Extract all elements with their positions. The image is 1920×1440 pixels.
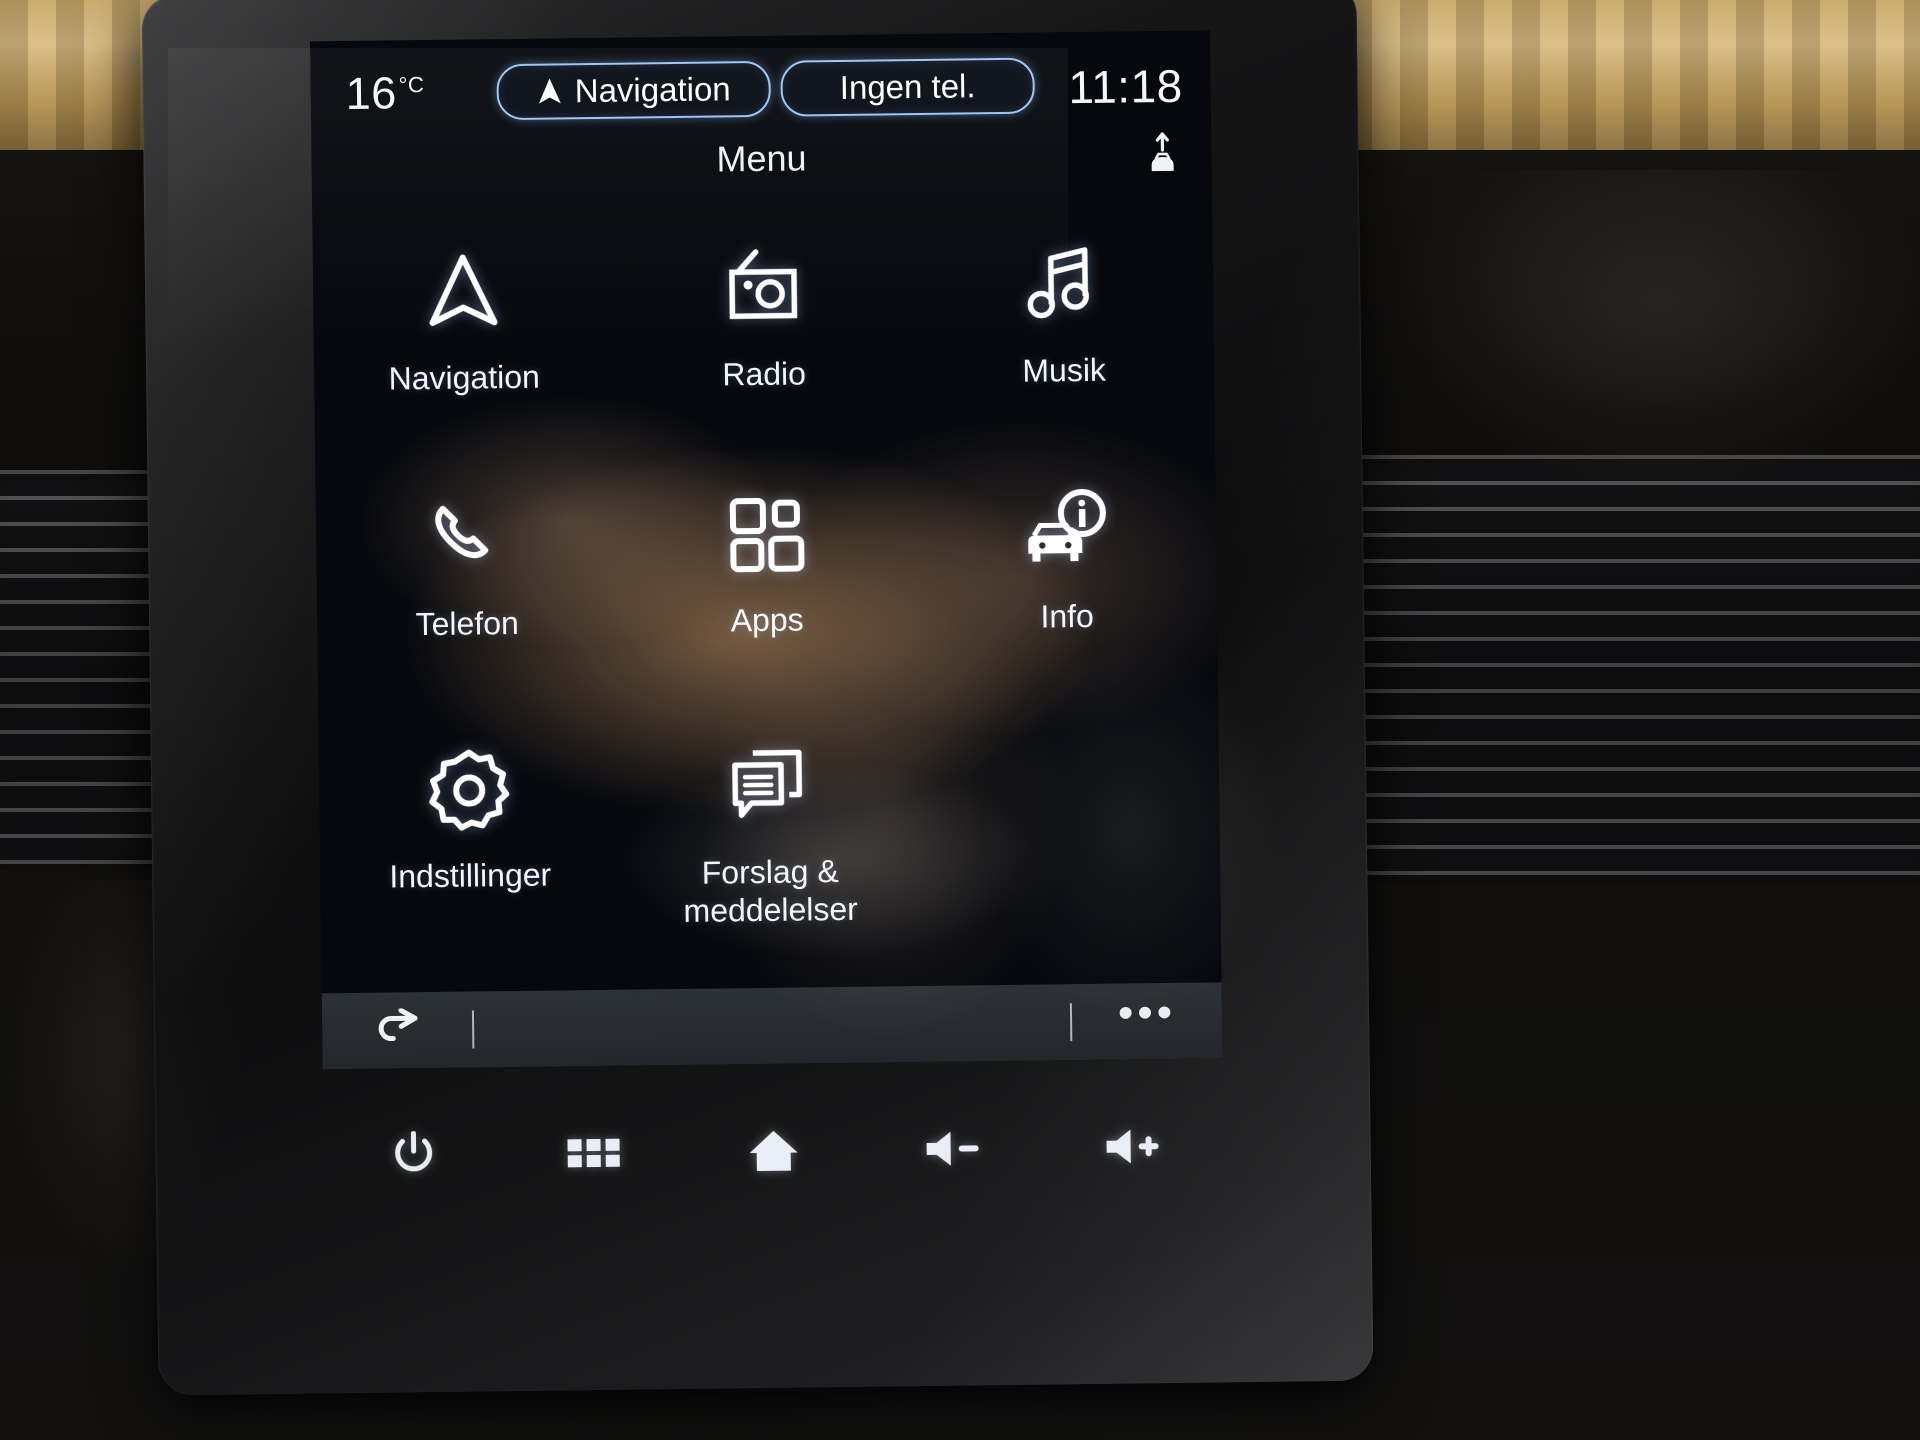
more-dots-icon[interactable]: ••• (1072, 988, 1222, 1038)
navigation-arrow-icon (537, 76, 563, 106)
menu-item-telefon[interactable]: Telefon (316, 490, 618, 694)
back-button[interactable] (322, 1007, 473, 1054)
power-button[interactable] (343, 1111, 484, 1203)
car-info-icon (1020, 484, 1113, 577)
menu-grid: Navigation Radio Musik Telefon Apps Info… (312, 202, 1221, 945)
menu-item-label: Musik (1022, 351, 1107, 389)
chat-bubbles-icon (725, 739, 814, 832)
air-vent-left (0, 470, 170, 870)
menu-item-label: Forslag & meddelelser (683, 853, 859, 929)
power-icon (390, 1130, 437, 1184)
photo-scene: 16°C Navigation Ingen tel. 11:18 Menu Na… (0, 0, 1920, 1440)
menu-row-3: Indstillinger Forslag & meddelelser (319, 734, 1221, 945)
menu-item-label: Radio (722, 355, 807, 393)
apps-grid-button[interactable] (523, 1109, 664, 1201)
status-pill-navigation[interactable]: Navigation (496, 60, 772, 121)
menu-item-navigation[interactable]: Navigation (313, 244, 615, 448)
outside-temperature: 16°C (345, 67, 424, 120)
grid-icon (565, 1132, 622, 1178)
status-bar: 16°C Navigation Ingen tel. 11:18 (310, 30, 1211, 141)
home-button[interactable] (703, 1107, 844, 1199)
phone-handset-icon (423, 491, 510, 584)
menu-item-indstillinger[interactable]: Indstillinger (319, 742, 621, 946)
menu-item-label: Apps (730, 601, 804, 639)
menu-item-forslag-meddelelser[interactable]: Forslag & meddelelser (619, 738, 921, 942)
car-update-arrows-icon[interactable] (1145, 131, 1180, 180)
menu-item-musik[interactable]: Musik (913, 236, 1215, 440)
temperature-unit: °C (398, 72, 425, 98)
status-pill-phone[interactable]: Ingen tel. (780, 57, 1036, 117)
menu-item-label: Indstillinger (389, 856, 552, 895)
infotainment-screen[interactable]: 16°C Navigation Ingen tel. 11:18 Menu Na… (310, 30, 1223, 1070)
apps-grid-icon (725, 487, 808, 580)
speaker-plus-icon (1102, 1124, 1165, 1174)
hardware-button-bar (323, 1072, 1225, 1233)
volume-up-button[interactable] (1063, 1103, 1204, 1195)
back-arrow-icon (371, 1007, 424, 1054)
clock: 11:18 (1068, 59, 1183, 114)
gear-icon (427, 743, 512, 836)
menu-item-label: Info (1040, 597, 1095, 635)
menu-item-label: Navigation (388, 358, 540, 397)
toolbar-divider-right (1069, 1003, 1073, 1042)
menu-item-empty (919, 734, 1221, 938)
speaker-minus-icon (922, 1126, 985, 1176)
menu-item-label: Telefon (415, 604, 520, 643)
home-icon (746, 1126, 801, 1180)
menu-row-2: Telefon Apps Info (316, 482, 1218, 693)
menu-item-radio[interactable]: Radio (613, 240, 915, 444)
navigation-arrow-icon (424, 245, 503, 338)
dashboard-highlight (1380, 170, 1920, 500)
music-note-icon (1023, 238, 1104, 331)
page-title: Menu (716, 137, 807, 180)
header-row: Menu (311, 130, 1212, 213)
screen-bezel: 16°C Navigation Ingen tel. 11:18 Menu Na… (141, 0, 1374, 1396)
menu-item-info[interactable]: Info (916, 482, 1218, 686)
menu-item-apps[interactable]: Apps (616, 486, 918, 690)
temperature-value: 16 (345, 67, 398, 119)
air-vent-right (1330, 455, 1920, 885)
menu-row-1: Navigation Radio Musik (313, 236, 1215, 447)
status-pill-navigation-label: Navigation (574, 70, 731, 110)
soft-toolbar: ••• (321, 982, 1223, 1070)
toolbar-divider-left (471, 1010, 475, 1049)
volume-down-button[interactable] (883, 1105, 1024, 1197)
radio-icon (718, 241, 809, 334)
status-pill-phone-label: Ingen tel. (839, 67, 976, 106)
